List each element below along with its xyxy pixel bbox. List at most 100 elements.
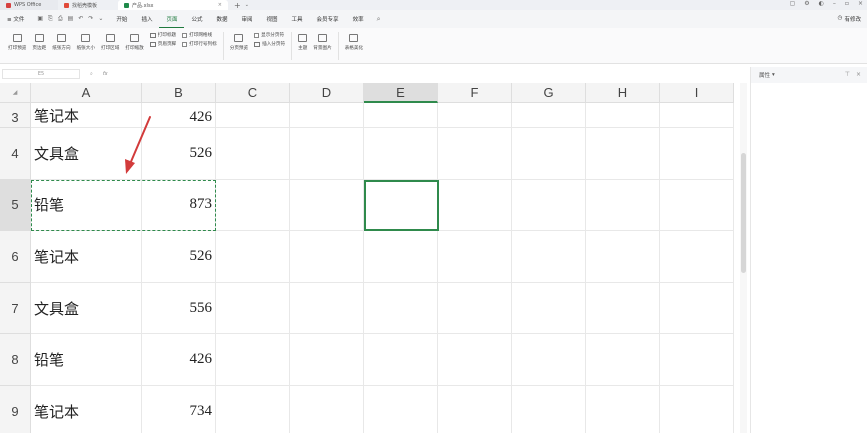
cell-e9[interactable] [364, 386, 438, 433]
cell-f3[interactable] [438, 103, 512, 128]
cell-h4[interactable] [586, 128, 660, 180]
file-menu[interactable]: ≡ 文件 [0, 10, 31, 28]
column-header-e[interactable]: E [364, 83, 438, 103]
cell-a7[interactable]: 文具盒 [31, 282, 142, 335]
menu-data[interactable]: 数据 [209, 10, 234, 28]
cell-a6[interactable]: 笔记本 [31, 231, 142, 283]
cell-d7[interactable] [290, 282, 364, 335]
row-header-8[interactable]: 8 [0, 334, 31, 386]
menu-home[interactable]: 开始 [109, 10, 134, 28]
show-page-breaks-checkbox[interactable]: 显示分页符 [254, 32, 285, 38]
cell-f6[interactable] [438, 231, 512, 283]
pin-icon[interactable]: ⊤ [845, 71, 850, 78]
cell-i9[interactable] [660, 386, 734, 433]
preview-icon[interactable]: ▤ [68, 15, 74, 23]
background-image-button[interactable]: 背景图片 [313, 32, 332, 51]
cell-f9[interactable] [438, 386, 512, 433]
cell-g4[interactable] [512, 128, 586, 180]
row-header-6[interactable]: 6 [0, 231, 31, 283]
tab-wps-office[interactable]: WPS Office [0, 0, 58, 10]
close-icon[interactable]: × [856, 71, 861, 78]
add-tab-button[interactable]: + [234, 1, 241, 10]
menu-member[interactable]: 会员专享 [310, 10, 346, 28]
print-preview-button[interactable]: 打印预览 [8, 32, 26, 51]
menu-insert[interactable]: 插入 [134, 10, 159, 28]
cell-i3[interactable] [660, 103, 734, 128]
print-scale-button[interactable]: 打印缩放 [125, 32, 144, 51]
header-footer-button[interactable]: 页眉页脚 [149, 41, 176, 47]
cell-g8[interactable] [512, 334, 586, 386]
cell-d9[interactable] [290, 386, 364, 433]
cell-d5[interactable] [290, 179, 364, 232]
print-icon[interactable]: ⎙ [58, 15, 63, 23]
table-beautify-button[interactable]: 表格美化 [345, 32, 363, 51]
column-header-f[interactable]: F [438, 83, 512, 103]
row-header-9[interactable]: 9 [0, 386, 31, 433]
menu-page[interactable]: 页面 [159, 10, 185, 28]
scrollbar-thumb[interactable] [741, 153, 746, 273]
cell-c9[interactable] [216, 386, 290, 433]
cell-c6[interactable] [216, 231, 290, 283]
undo-icon[interactable]: ↶ [78, 15, 83, 23]
cell-e6[interactable] [364, 231, 438, 283]
cell-g6[interactable] [512, 231, 586, 283]
cell-h5[interactable] [586, 179, 660, 232]
select-all-corner[interactable]: ◢ [0, 83, 31, 103]
cell-i6[interactable] [660, 231, 734, 283]
menu-formula[interactable]: 公式 [184, 10, 209, 28]
cell-d6[interactable] [290, 231, 364, 283]
search-icon[interactable]: ⌕ [377, 15, 381, 24]
menu-view[interactable]: 视图 [260, 10, 285, 28]
margins-button[interactable]: 页边距 [32, 32, 46, 51]
orientation-button[interactable]: 纸张方向 [52, 32, 71, 51]
maximize-icon[interactable]: ▫ [845, 0, 849, 7]
cell-c5[interactable] [216, 179, 290, 232]
cell-h9[interactable] [586, 386, 660, 433]
spreadsheet-grid[interactable]: ◢ A B C D E F G H I 3 笔记本 426 4 文具盒 526 5 铅笔 873 6 笔记本 526 7 文具… [0, 83, 743, 433]
cell-c3[interactable] [216, 103, 290, 128]
cell-d4[interactable] [290, 128, 364, 180]
column-header-i[interactable]: I [660, 83, 734, 103]
close-window-icon[interactable]: × [858, 0, 863, 7]
theme-button[interactable]: 主题 [298, 32, 307, 51]
page-break-preview-button[interactable]: 分页预览 [230, 32, 248, 51]
row-header-7[interactable]: 7 [0, 282, 31, 335]
cell-h6[interactable] [586, 231, 660, 283]
cell-e4[interactable] [364, 128, 438, 180]
chevron-down-icon[interactable]: ▾ [772, 72, 775, 78]
row-header-4[interactable]: 4 [0, 128, 31, 180]
cell-e8[interactable] [364, 334, 438, 386]
column-header-g[interactable]: G [512, 83, 586, 103]
cell-h7[interactable] [586, 282, 660, 335]
vertical-scrollbar[interactable] [740, 83, 747, 433]
cell-i5[interactable] [660, 179, 734, 232]
cell-f8[interactable] [438, 334, 512, 386]
modified-indicator[interactable]: ◷ 有修改 [838, 15, 867, 23]
tab-document[interactable]: 产品.xlsx × [118, 0, 228, 10]
layout-icon[interactable]: ▢ [790, 0, 796, 7]
print-title-button[interactable]: 打印标题 [149, 32, 176, 38]
cell-b7[interactable]: 556 [142, 282, 216, 335]
cell-i4[interactable] [660, 128, 734, 180]
cell-i8[interactable] [660, 334, 734, 386]
menu-efficiency[interactable]: 效率 [346, 10, 371, 28]
cell-a9[interactable]: 笔记本 [31, 386, 142, 433]
column-header-b[interactable]: B [142, 83, 216, 103]
avatar[interactable]: ◐ [819, 0, 824, 7]
column-header-c[interactable]: C [216, 83, 290, 103]
cell-c8[interactable] [216, 334, 290, 386]
save-icon[interactable]: ▣ [37, 15, 43, 23]
row-header-3[interactable]: 3 [0, 103, 31, 128]
chevron-down-icon[interactable]: ⌄ [245, 2, 249, 8]
cell-g3[interactable] [512, 103, 586, 128]
row-header-5[interactable]: 5 [0, 179, 31, 232]
cell-b6[interactable]: 526 [142, 231, 216, 283]
cell-g7[interactable] [512, 282, 586, 335]
cell-b9[interactable]: 734 [142, 386, 216, 433]
menu-review[interactable]: 审阅 [235, 10, 260, 28]
minimize-icon[interactable]: – [833, 0, 836, 7]
cell-h8[interactable] [586, 334, 660, 386]
cell-i7[interactable] [660, 282, 734, 335]
cell-g5[interactable] [512, 179, 586, 232]
cell-b8[interactable]: 426 [142, 334, 216, 386]
